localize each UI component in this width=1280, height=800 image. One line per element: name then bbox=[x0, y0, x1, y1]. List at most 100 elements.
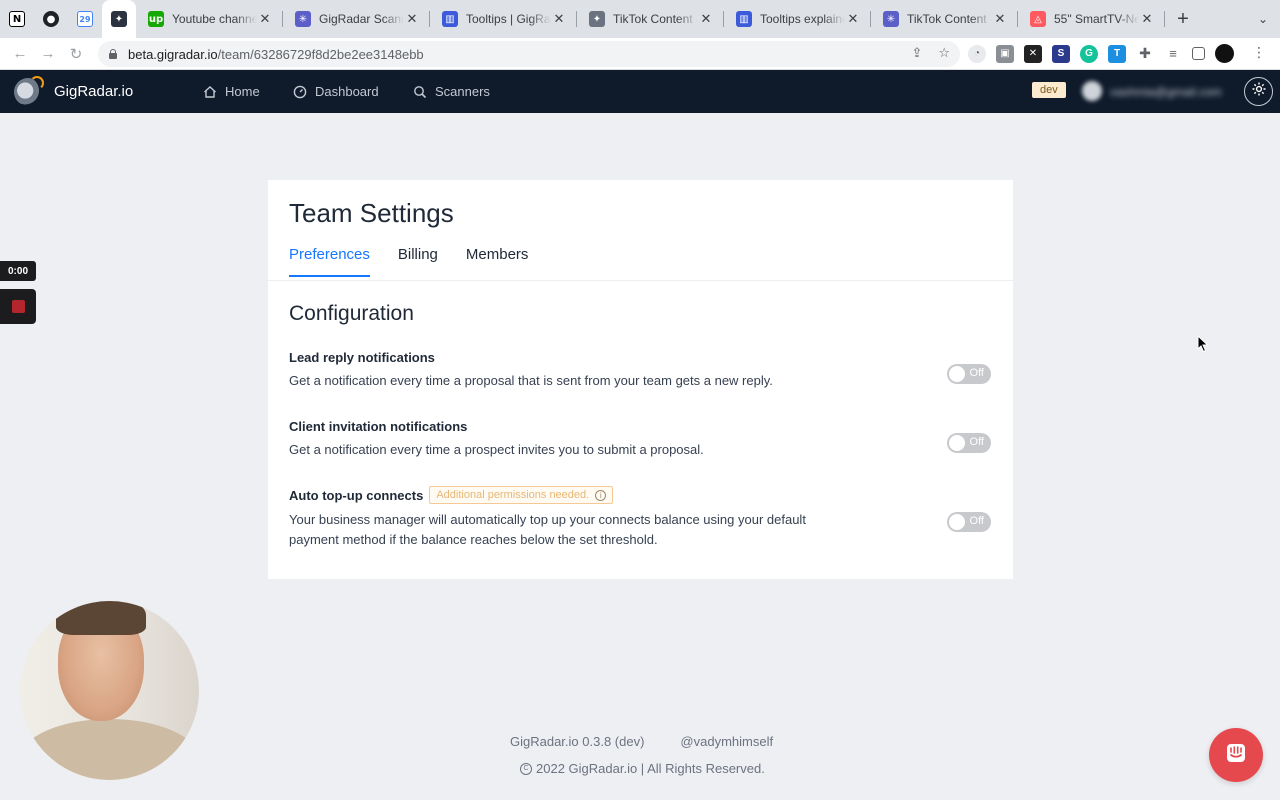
setting-lead-reply: Lead reply notifications Get a notificat… bbox=[289, 350, 989, 391]
brand-name: GigRadar.io bbox=[54, 83, 134, 100]
browser-toolbar: ← → ↻ beta.gigradar.io/team/63286729f8d2… bbox=[0, 38, 1280, 70]
auto-top-up-toggle[interactable]: Off bbox=[947, 512, 991, 532]
reload-icon[interactable]: ↻ bbox=[62, 45, 90, 63]
pinned-tab-gigradar[interactable]: ✦ bbox=[102, 0, 136, 38]
client-invitation-toggle[interactable]: Off bbox=[947, 433, 991, 453]
close-tab-icon[interactable]: ✕ bbox=[551, 11, 567, 27]
mouse-cursor-icon bbox=[1197, 334, 1209, 358]
share-icon[interactable]: ⇪ bbox=[911, 45, 922, 61]
browser-tab[interactable]: ✳ GigRadar Scanner✕ bbox=[283, 0, 430, 38]
bookmark-star-icon[interactable]: ☆ bbox=[938, 45, 950, 61]
browser-tab[interactable]: ▥ Tooltips | GigRadar✕ bbox=[430, 0, 577, 38]
github-icon: ● bbox=[43, 11, 59, 27]
user-email[interactable]: vashmia@gmail.com bbox=[1110, 85, 1222, 99]
back-arrow-icon[interactable]: ← bbox=[6, 45, 34, 62]
close-tab-icon[interactable]: ✕ bbox=[257, 11, 273, 27]
dashboard-gauge-icon bbox=[293, 85, 307, 99]
nav-scanners[interactable]: Scanners bbox=[413, 84, 490, 99]
close-tab-icon[interactable]: ✕ bbox=[698, 11, 714, 27]
extension-clock-icon[interactable]: ◔ bbox=[968, 44, 986, 63]
tab-billing[interactable]: Billing bbox=[398, 246, 438, 277]
pinned-tab-github[interactable]: ● bbox=[34, 0, 68, 38]
forward-arrow-icon[interactable]: → bbox=[34, 45, 62, 62]
extension-t-icon[interactable]: T bbox=[1108, 44, 1126, 63]
pinned-tab-calendar[interactable]: 29 bbox=[68, 0, 102, 38]
side-panel-icon[interactable] bbox=[1192, 47, 1205, 60]
setting-description: Your business manager will automatically… bbox=[289, 512, 806, 547]
chat-icon bbox=[1224, 741, 1248, 770]
nav-dashboard[interactable]: Dashboard bbox=[293, 84, 379, 99]
close-tab-icon[interactable]: ✕ bbox=[1139, 11, 1155, 27]
tab-favicon-icon: ✦ bbox=[589, 11, 605, 27]
tab-favicon-icon: ▥ bbox=[442, 11, 458, 27]
browser-tab[interactable]: up Youtube channel ✕ bbox=[136, 0, 283, 38]
tab-title: Youtube channel bbox=[172, 12, 257, 26]
settings-tabs: Preferences Billing Members bbox=[289, 246, 528, 277]
footer-info: GigRadar.io 0.3.8 (dev) @vadymhimself bbox=[510, 734, 773, 749]
reading-list-icon[interactable]: ≡ bbox=[1164, 45, 1182, 63]
new-tab-button[interactable]: + bbox=[1165, 0, 1201, 38]
extension-photo-icon[interactable]: ▣ bbox=[996, 44, 1014, 63]
gear-icon bbox=[1251, 81, 1267, 102]
search-icon bbox=[413, 85, 427, 99]
tab-preferences[interactable]: Preferences bbox=[289, 246, 370, 277]
user-avatar[interactable] bbox=[1082, 81, 1102, 101]
browser-tab[interactable]: ✳ TikTok Content - C✕ bbox=[871, 0, 1018, 38]
toggle-knob bbox=[949, 366, 965, 382]
tab-favicon-icon: ◬ bbox=[1030, 11, 1046, 27]
tab-search-chevron-icon[interactable]: ⌄ bbox=[1258, 12, 1268, 26]
extension-grammarly-icon[interactable]: G bbox=[1080, 44, 1098, 63]
tab-title: TikTok Content - C bbox=[907, 12, 992, 26]
nav-dashboard-label: Dashboard bbox=[315, 84, 379, 99]
browser-menu-icon[interactable]: ⋮ bbox=[1252, 44, 1266, 61]
url-text: beta.gigradar.io/team/63286729f8d2be2ee3… bbox=[128, 46, 424, 62]
tab-title: Tooltips explained bbox=[760, 12, 845, 26]
extension-s-icon[interactable]: S bbox=[1052, 44, 1070, 63]
browser-tab[interactable]: ✦ TikTok Content - C✕ bbox=[577, 0, 724, 38]
app-version: GigRadar.io 0.3.8 (dev) bbox=[510, 734, 645, 749]
tab-favicon-icon: up bbox=[148, 11, 164, 27]
toggle-knob bbox=[949, 435, 965, 451]
puzzle-icon[interactable]: ✚ bbox=[1136, 45, 1154, 63]
recording-timer: 0:00 bbox=[0, 261, 36, 281]
setting-name: Auto top-up connects bbox=[289, 487, 424, 503]
profile-avatar[interactable] bbox=[1215, 44, 1234, 63]
address-bar[interactable]: beta.gigradar.io/team/63286729f8d2be2ee3… bbox=[98, 41, 960, 67]
tab-favicon-icon: ✳ bbox=[883, 11, 899, 27]
setting-description: Get a notification every time a prospect… bbox=[289, 442, 704, 457]
author-handle-link[interactable]: @vadymhimself bbox=[680, 734, 773, 749]
close-tab-icon[interactable]: ✕ bbox=[992, 11, 1008, 27]
browser-tab[interactable]: ◬ 55" SmartTV-Net ✕ bbox=[1018, 0, 1165, 38]
pinned-tab-notion[interactable]: N bbox=[0, 0, 34, 38]
tab-members[interactable]: Members bbox=[466, 246, 529, 277]
browser-tab[interactable]: ▥ Tooltips explained✕ bbox=[724, 0, 871, 38]
permissions-badge[interactable]: Additional permissions needed. i bbox=[429, 486, 614, 504]
tab-title: 55" SmartTV-Net bbox=[1054, 12, 1139, 26]
notion-icon: N bbox=[9, 11, 25, 27]
setting-name: Lead reply notifications bbox=[289, 350, 435, 365]
brand[interactable]: GigRadar.io bbox=[14, 75, 134, 106]
extension-x-icon[interactable]: ✕ bbox=[1024, 44, 1042, 63]
gigradar-icon: ✦ bbox=[111, 11, 127, 27]
copyright-text: 2022 GigRadar.io | All Rights Reserved. bbox=[536, 761, 765, 776]
setting-name-row: Auto top-up connects Additional permissi… bbox=[289, 486, 989, 504]
webcam-bubble[interactable] bbox=[20, 601, 199, 780]
radar-logo-icon bbox=[14, 75, 44, 106]
extensions-bar: ◔ ▣ ✕ S G T ✚ ≡ bbox=[968, 44, 1234, 63]
close-tab-icon[interactable]: ✕ bbox=[404, 11, 420, 27]
tab-title: GigRadar Scanner bbox=[319, 12, 404, 26]
stop-recording-button[interactable] bbox=[0, 289, 36, 324]
settings-button[interactable] bbox=[1244, 77, 1273, 106]
info-icon[interactable]: i bbox=[595, 489, 607, 501]
nav-home[interactable]: Home bbox=[203, 84, 260, 99]
setting-name: Client invitation notifications bbox=[289, 419, 468, 434]
team-settings-card: Team Settings Preferences Billing Member… bbox=[268, 180, 1013, 579]
lead-reply-toggle[interactable]: Off bbox=[947, 364, 991, 384]
tab-title: TikTok Content - C bbox=[613, 12, 698, 26]
permissions-badge-text: Additional permissions needed. bbox=[436, 489, 590, 501]
tab-title: Tooltips | GigRadar bbox=[466, 12, 551, 26]
setting-auto-top-up: Auto top-up connects Additional permissi… bbox=[289, 486, 989, 550]
chat-launcher-button[interactable] bbox=[1209, 728, 1263, 782]
close-tab-icon[interactable]: ✕ bbox=[845, 11, 861, 27]
browser-tab-strip: N ● 29 ✦ up Youtube channel ✕ ✳ GigRadar Sca… bbox=[0, 0, 1280, 38]
